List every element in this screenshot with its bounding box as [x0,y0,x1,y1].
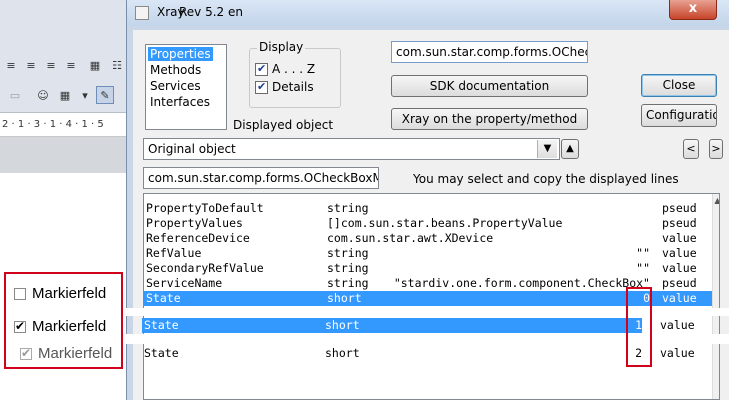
table-row[interactable]: State short 1 [142,318,642,333]
highlight-frame-checkboxes [4,272,123,369]
row-value: 0 [643,291,650,305]
draw-pencil-icon[interactable]: ✎ [96,86,114,104]
insert-table-icon[interactable]: ▦ [86,56,104,74]
row-type: string [327,201,369,215]
row-type: string [327,246,369,260]
table-row[interactable]: State short 2 [142,346,642,361]
row-kind: pseud [662,216,697,230]
row-name: PropertyToDefault [146,201,264,215]
checkbox-checked-icon [255,62,268,76]
list-item-interfaces[interactable]: Interfaces [148,95,212,109]
table-row[interactable]: RefValue string "" value [144,246,712,261]
horizontal-ruler: 2 · 1 · 3 · 1 · 4 · 1 · 5 [0,113,132,137]
row-name: PropertyValues [146,216,243,230]
row-name: RefValue [146,246,202,260]
previous-button[interactable]: < [683,139,699,159]
row-name: State [146,291,181,305]
object-type-field[interactable]: com.sun.star.comp.forms.OCheckBoxMc [143,167,379,189]
row-type: string [327,276,369,290]
sort-az-checkbox[interactable]: A . . . Z [255,62,315,76]
display-group-legend: Display [257,40,306,54]
emoji-icon[interactable]: ☺ [34,86,52,104]
sdk-documentation-button[interactable]: SDK documentation [391,75,588,97]
row-name: ServiceName [146,276,223,290]
details-label: Details [272,80,314,94]
close-button[interactable]: Close [641,74,717,97]
row-value: 2 [635,346,642,360]
displayed-object-label: Displayed object [233,118,334,132]
row-value: "stardiv.one.form.component.CheckBox" [393,276,650,290]
list-item-services[interactable]: Services [148,79,203,93]
align-left-icon[interactable]: ≡ [2,56,20,74]
scroll-up-icon[interactable]: ▲ [713,196,719,205]
configuration-button[interactable]: Configuration [641,104,717,127]
row-type: short [325,318,360,332]
object-history-combo[interactable]: Original object [143,138,560,160]
row-kind: value [662,261,697,275]
next-button[interactable]: > [709,139,723,159]
table-icon[interactable]: ▦ [56,86,74,104]
display-group [249,48,341,108]
row-kind: pseud [662,276,697,290]
bullets-icon[interactable]: ☷ [108,56,126,74]
row-type: short [327,291,362,305]
xray-titlebar[interactable]: Xray Rev 5.2 en x [127,0,729,26]
row-value: "" [636,261,650,275]
align-center-icon[interactable]: ≡ [22,56,40,74]
writer-toolbar: ≡ ≡ ≡ ≡ ▦ ☷ ▭ ☺ ▦ ▾ ✎ [0,0,132,113]
row-kind: value [662,291,697,305]
checkbox-checked-icon [255,80,268,94]
image-icon[interactable]: ▭ [6,86,24,104]
list-item-methods[interactable]: Methods [148,63,203,77]
app-icon [135,6,149,20]
page-gutter [0,137,132,173]
window-version: Rev 5.2 en [179,5,243,19]
table-row[interactable]: SecondaryRefValue string "" value [144,261,712,276]
row-kind: pseud [662,201,697,215]
highlight-frame-state-values [626,287,652,367]
row-name: State [144,346,179,360]
align-right-icon[interactable]: ≡ [42,56,60,74]
table-row[interactable]: PropertyToDefault string pseud [144,201,712,216]
row-kind: value [660,318,695,332]
row-type: string [327,261,369,275]
ruler-labels: 2 · 1 · 3 · 1 · 4 · 1 · 5 [2,119,104,130]
object-name-field[interactable]: com.sun.star.comp.forms.OCheckBc [391,41,588,63]
row-name: ReferenceDevice [146,231,250,245]
row-kind: value [662,246,697,260]
hint-text: You may select and copy the displayed li… [413,172,679,186]
row-name: State [144,318,179,332]
list-item-properties[interactable]: Properties [148,47,213,61]
row-name: SecondaryRefValue [146,261,264,275]
row-value: "" [636,246,650,260]
row-kind: value [662,231,697,245]
align-justify-icon[interactable]: ≡ [62,56,80,74]
details-checkbox[interactable]: Details [255,80,314,94]
row-value: 1 [635,318,642,332]
table-row[interactable]: ReferenceDevice com.sun.star.awt.XDevice v… [144,231,712,246]
row-kind: value [660,346,695,360]
chevron-down-icon[interactable]: ▾ [76,86,94,104]
row-type: short [325,346,360,360]
row-type: com.sun.star.awt.XDevice [327,231,494,245]
row-type: []com.sun.star.beans.PropertyValue [327,216,563,230]
info-type-list[interactable]: Properties Methods Services Interfaces [145,44,227,130]
sort-az-label: A . . . Z [272,62,316,76]
window-close-button[interactable]: x [669,0,717,20]
xray-property-button[interactable]: Xray on the property/method [391,108,588,130]
grid-scrollbar[interactable]: ▲ [712,194,719,399]
up-arrow-button[interactable]: ▲ [561,139,579,159]
table-row[interactable]: PropertyValues []com.sun.star.beans.Prope… [144,216,712,231]
chevron-down-icon[interactable]: ▼ [537,140,557,158]
